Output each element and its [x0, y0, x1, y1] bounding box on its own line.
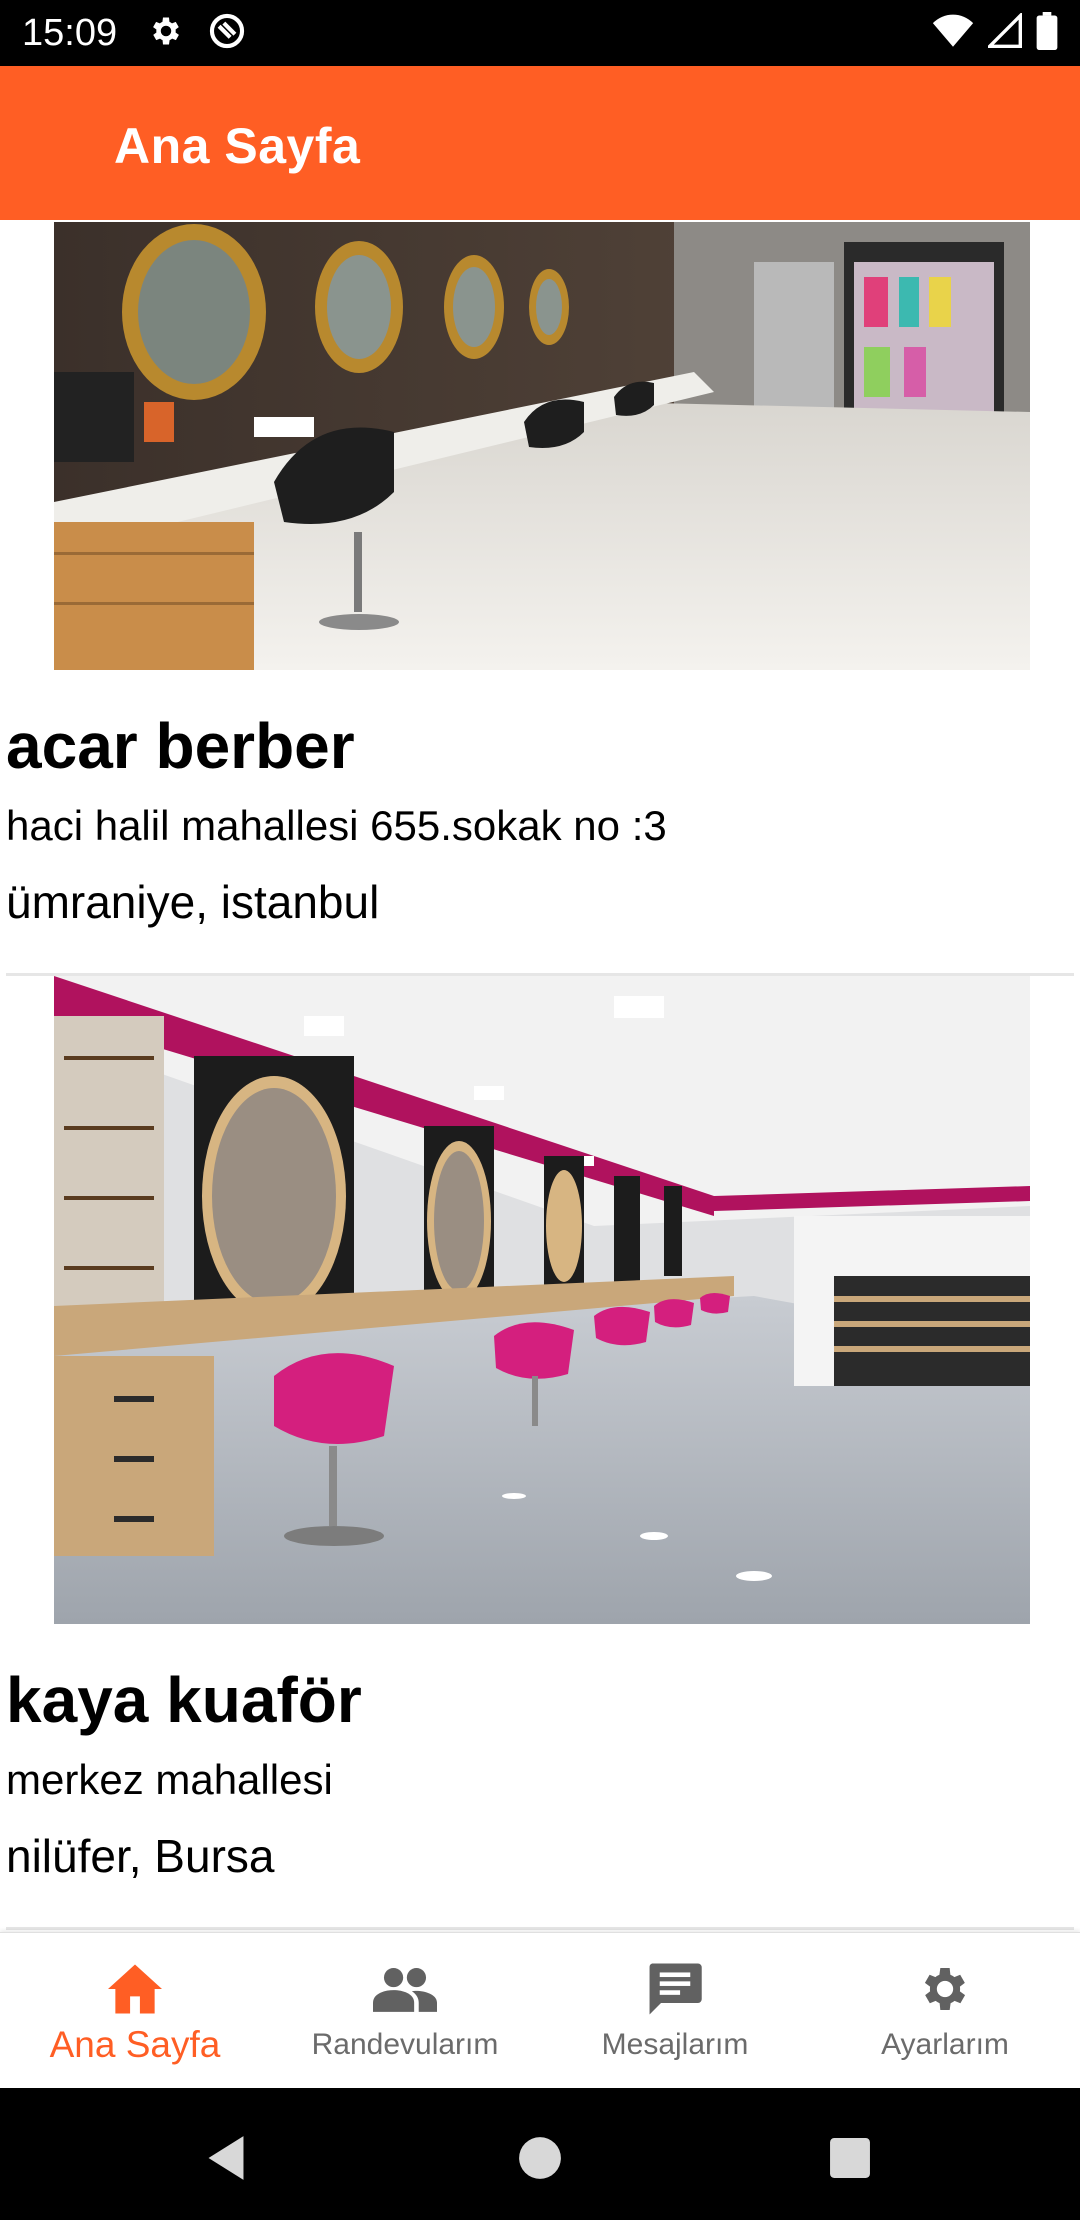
salon-name: acar berber [6, 710, 355, 782]
home-circle-icon[interactable] [510, 2128, 570, 2188]
status-right-icons [932, 11, 1058, 55]
tab-mesajlarim[interactable]: Mesajlarım [540, 1933, 810, 2089]
tab-ana-sayfa[interactable]: Ana Sayfa [0, 1933, 270, 2089]
message-icon [642, 1959, 708, 2019]
app-bar: Ana Sayfa [0, 66, 1080, 220]
salon-city: ümraniye, istanbul [6, 876, 380, 928]
divider [6, 1927, 1074, 1930]
at-sign-icon [208, 12, 246, 55]
salon-address: haci halil mahallesi 655.sokak no :3 [6, 802, 667, 849]
settings-icon [148, 13, 184, 54]
tab-randevularim[interactable]: Randevularım [270, 1933, 540, 2089]
page-title: Ana Sayfa [114, 118, 361, 174]
tab-ayarlarim[interactable]: Ayarlarım [810, 1933, 1080, 2089]
back-icon[interactable] [196, 2128, 256, 2188]
system-navigation-bar [0, 2088, 1080, 2220]
tab-label: Ana Sayfa [49, 2024, 221, 2065]
battery-icon [1036, 11, 1058, 55]
gear-icon [912, 1959, 978, 2019]
tab-label: Randevularım [311, 2028, 499, 2061]
salon-photo[interactable] [54, 222, 1030, 670]
salon-address: merkez mahallesi [6, 1756, 333, 1803]
people-icon [372, 1959, 438, 2019]
salon-card[interactable]: acar berber haci halil mahallesi 655.sok… [0, 222, 1080, 976]
tab-label: Ayarlarım [881, 2028, 1009, 2061]
tab-label: Mesajlarım [601, 2028, 749, 2061]
salon-name: kaya kuaför [6, 1664, 362, 1736]
bottom-navigation: Ana Sayfa Randevularım Mesajlarım Ayarla… [0, 1932, 1080, 2088]
wifi-icon [932, 13, 974, 54]
status-bar: 15:09 [0, 0, 1080, 66]
home-icon [102, 1959, 168, 2019]
salon-list[interactable]: acar berber haci halil mahallesi 655.sok… [0, 220, 1080, 1932]
recents-icon[interactable] [820, 2128, 880, 2188]
salon-photo[interactable] [54, 976, 1030, 1624]
salon-card[interactable]: kaya kuaför merkez mahallesi nilüfer, Bu… [0, 976, 1080, 1930]
salon-city: nilüfer, Bursa [6, 1830, 275, 1882]
status-left-icons [148, 13, 246, 53]
status-time: 15:09 [22, 12, 118, 54]
signal-icon [985, 11, 1022, 54]
